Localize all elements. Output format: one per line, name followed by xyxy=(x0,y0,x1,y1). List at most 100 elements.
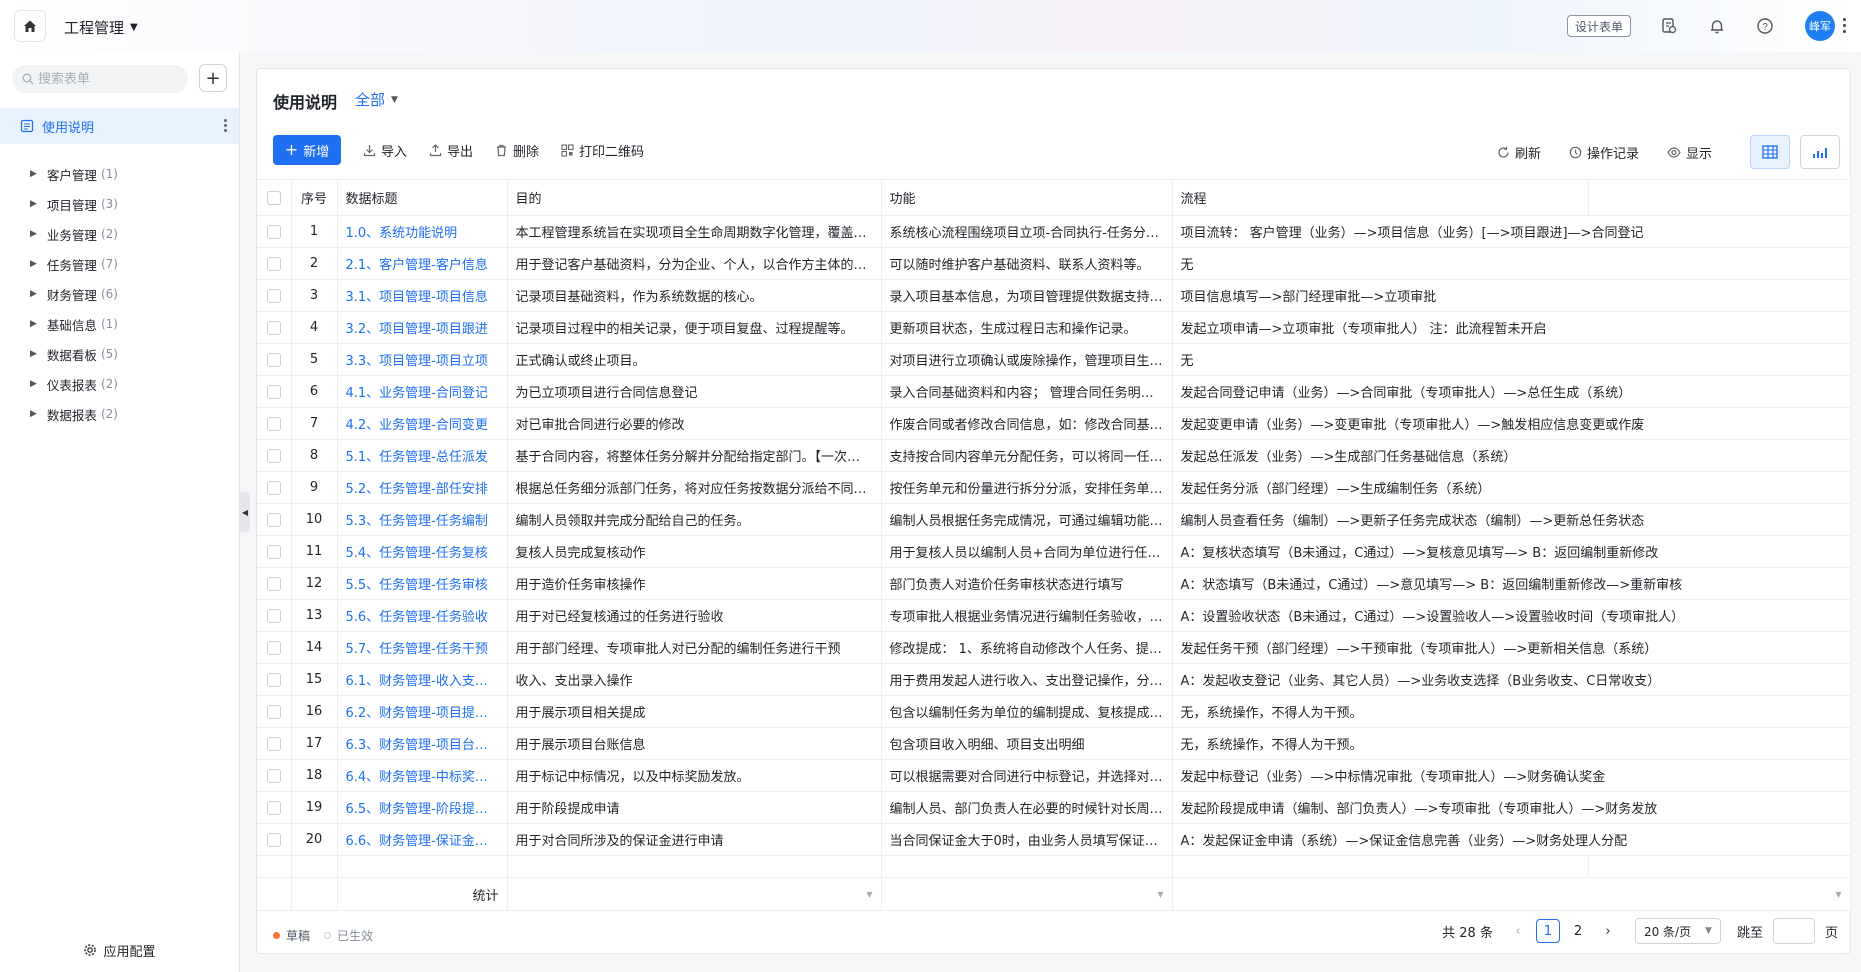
jump-page-field[interactable] xyxy=(1772,918,1815,944)
row-title-link[interactable]: 5.7、任务管理-任务干预 xyxy=(337,631,508,664)
page-size-select[interactable]: 20 条/页 ▼ xyxy=(1634,918,1721,944)
stat-cell-function[interactable]: ▼ xyxy=(881,877,1173,911)
row-checkbox[interactable] xyxy=(257,631,292,664)
user-avatar[interactable]: 峰军 xyxy=(1805,11,1835,41)
sidebar-item-usage-guide[interactable]: 使用说明 xyxy=(0,108,239,144)
row-title-link[interactable]: 4.2、业务管理-合同变更 xyxy=(337,407,508,440)
column-header-process[interactable]: 流程 xyxy=(1172,179,1589,216)
row-title-link[interactable]: 5.3、任务管理-任务编制 xyxy=(337,503,508,536)
table-row[interactable]: 20 6.6、财务管理-保证金申请 用于对合同所涉及的保证金进行申请 当合同保证金大于… xyxy=(257,823,1851,856)
table-row[interactable]: 2 2.1、客户管理-客户信息 用于登记客户基础资料，分为企业、个人，以合作方主体的… xyxy=(257,247,1851,280)
table-row[interactable]: 12 5.5、任务管理-任务审核 用于造价任务审核操作 部门负责人对造价任务审核状态进… xyxy=(257,567,1851,600)
row-title-link[interactable]: 6.4、财务管理-中标奖励发放 xyxy=(337,759,508,792)
row-checkbox[interactable] xyxy=(257,247,292,280)
jump-page-input[interactable] xyxy=(1773,919,1814,943)
prev-page-button[interactable]: ‹ xyxy=(1506,919,1530,943)
row-title-link[interactable]: 6.2、财务管理-项目提成汇总 xyxy=(337,695,508,728)
table-row[interactable]: 17 6.3、财务管理-项目台账汇总 用于展示项目台账信息 包含项目收入明细、项目支出… xyxy=(257,727,1851,760)
refresh-button[interactable]: 刷新 xyxy=(1497,143,1541,162)
row-checkbox[interactable] xyxy=(257,439,292,472)
table-row[interactable]: 3 3.1、项目管理-项目信息 记录项目基础资料，作为系统数据的核心。 录入项目基本信… xyxy=(257,279,1851,312)
page-2-button[interactable]: 2 xyxy=(1566,919,1590,943)
row-title-link[interactable]: 6.1、财务管理-收入支出登记 xyxy=(337,663,508,696)
row-checkbox[interactable] xyxy=(257,215,292,248)
table-row[interactable]: 9 5.2、任务管理-部任安排 根据总任务细分派部门任务，将对应任务按数据分派给不同… xyxy=(257,471,1851,504)
row-checkbox[interactable] xyxy=(257,823,292,856)
row-checkbox[interactable] xyxy=(257,535,292,568)
help-icon[interactable]: ? xyxy=(1754,15,1776,37)
sidebar-search[interactable] xyxy=(12,65,188,93)
display-button[interactable]: 显示 xyxy=(1667,143,1712,162)
row-checkbox[interactable] xyxy=(257,695,292,728)
row-checkbox[interactable] xyxy=(257,311,292,344)
app-switcher[interactable]: 工程管理 ▼ xyxy=(64,17,138,38)
print-qr-button[interactable]: 打印二维码 xyxy=(561,141,644,160)
row-title-link[interactable]: 6.5、财务管理-阶段提成申请 xyxy=(337,791,508,824)
next-page-button[interactable]: › xyxy=(1596,919,1620,943)
column-header-purpose[interactable]: 目的 xyxy=(507,179,882,216)
row-title-link[interactable]: 3.2、项目管理-项目跟进 xyxy=(337,311,508,344)
table-row[interactable]: 5 3.3、项目管理-项目立项 正式确认或终止项目。 对项目进行立项确认或废除操作，管… xyxy=(257,343,1851,376)
row-title-link[interactable]: 5.6、任务管理-任务验收 xyxy=(337,599,508,632)
home-button[interactable] xyxy=(14,10,46,42)
row-checkbox[interactable] xyxy=(257,663,292,696)
table-row[interactable]: 6 4.1、业务管理-合同登记 为已立项项目进行合同信息登记 录入合同基础资料和内容；… xyxy=(257,375,1851,408)
search-input[interactable] xyxy=(38,71,178,87)
row-title-link[interactable]: 6.6、财务管理-保证金申请 xyxy=(337,823,508,856)
row-title-link[interactable]: 5.1、任务管理-总任派发 xyxy=(337,439,508,472)
form-settings-icon[interactable] xyxy=(1658,15,1680,37)
row-checkbox[interactable] xyxy=(257,279,292,312)
row-title-link[interactable]: 1.0、系统功能说明 xyxy=(337,215,508,248)
add-form-button[interactable]: + xyxy=(199,64,227,92)
row-title-link[interactable]: 3.3、项目管理-项目立项 xyxy=(337,343,508,376)
row-checkbox[interactable] xyxy=(257,791,292,824)
row-title-link[interactable]: 4.1、业务管理-合同登记 xyxy=(337,375,508,408)
row-checkbox[interactable] xyxy=(257,343,292,376)
export-button[interactable]: 导出 xyxy=(429,141,473,160)
history-button[interactable]: 操作记录 xyxy=(1569,143,1639,162)
row-title-link[interactable]: 2.1、客户管理-客户信息 xyxy=(337,247,508,280)
stat-cell-purpose[interactable]: ▼ xyxy=(507,877,882,911)
sidebar-collapse-handle[interactable]: ◀ xyxy=(240,492,250,532)
table-row[interactable]: 8 5.1、任务管理-总任派发 基于合同内容，将整体任务分解并分配给指定部门。【一次… xyxy=(257,439,1851,472)
bell-icon[interactable] xyxy=(1706,15,1728,37)
page-1-button[interactable]: 1 xyxy=(1535,919,1560,943)
table-row[interactable]: 10 5.3、任务管理-任务编制 编制人员领取并完成分配给自己的任务。 编制人员根据任… xyxy=(257,503,1851,536)
table-row[interactable]: 4 3.2、项目管理-项目跟进 记录项目过程中的相关记录，便于项目复盘、过程提醒等。… xyxy=(257,311,1851,344)
table-row[interactable]: 11.0、系统功能说明本工程管理系统旨在实现项目全生命周期数字化管理，覆盖客户管… xyxy=(257,215,1851,248)
delete-button[interactable]: 删除 xyxy=(495,141,539,160)
table-row[interactable]: 11 5.4、任务管理-任务复核 复核人员完成复核动作 用于复核人员以编制人员+合同为… xyxy=(257,535,1851,568)
chart-view-button[interactable] xyxy=(1800,135,1840,169)
sidebar-group-data-report[interactable]: ▶ 数据报表 (2) xyxy=(0,396,239,432)
more-vertical-icon[interactable] xyxy=(224,119,227,134)
row-checkbox[interactable] xyxy=(257,567,292,600)
column-header-title[interactable]: 数据标题 xyxy=(337,179,508,216)
more-vertical-icon[interactable] xyxy=(1843,18,1847,36)
table-row[interactable]: 15 6.1、财务管理-收入支出登记 收入、支出录入操作 用于费用发起人进行收入、支出… xyxy=(257,663,1851,696)
table-row[interactable]: 16 6.2、财务管理-项目提成汇总 用于展示项目相关提成 包含以编制任务为单位的编制… xyxy=(257,695,1851,728)
row-title-link[interactable]: 5.4、任务管理-任务复核 xyxy=(337,535,508,568)
table-row[interactable]: 18 6.4、财务管理-中标奖励发放 用于标记中标情况，以及中标奖励发放。 可以根据需… xyxy=(257,759,1851,792)
column-header-function[interactable]: 功能 xyxy=(881,179,1173,216)
table-row[interactable]: 14 5.7、任务管理-任务干预 用于部门经理、专项审批人对已分配的编制任务进行干预… xyxy=(257,631,1851,664)
row-title-link[interactable]: 5.5、任务管理-任务审核 xyxy=(337,567,508,600)
table-view-button[interactable] xyxy=(1750,135,1790,169)
row-checkbox[interactable] xyxy=(257,407,292,440)
row-checkbox[interactable] xyxy=(257,599,292,632)
design-form-button[interactable]: 设计表单 xyxy=(1567,15,1631,37)
row-title-link[interactable]: 5.2、任务管理-部任安排 xyxy=(337,471,508,504)
row-title-link[interactable]: 6.3、财务管理-项目台账汇总 xyxy=(337,727,508,760)
view-filter-dropdown[interactable]: 全部 ▼ xyxy=(355,89,398,110)
table-row[interactable]: 7 4.2、业务管理-合同变更 对已审批合同进行必要的修改 作废合同或者修改合同信息，… xyxy=(257,407,1851,440)
row-checkbox[interactable] xyxy=(257,759,292,792)
import-button[interactable]: 导入 xyxy=(363,141,407,160)
add-button[interactable]: + 新增 xyxy=(273,135,341,165)
select-all-checkbox[interactable] xyxy=(257,179,292,216)
row-checkbox[interactable] xyxy=(257,727,292,760)
row-checkbox[interactable] xyxy=(257,471,292,504)
table-row[interactable]: 13 5.6、任务管理-任务验收 用于对已经复核通过的任务进行验收 专项审批人根据业务… xyxy=(257,599,1851,632)
row-checkbox[interactable] xyxy=(257,375,292,408)
column-header-index[interactable]: 序号 xyxy=(291,179,338,216)
row-title-link[interactable]: 3.1、项目管理-项目信息 xyxy=(337,279,508,312)
app-config-button[interactable]: 应用配置 xyxy=(0,928,239,972)
